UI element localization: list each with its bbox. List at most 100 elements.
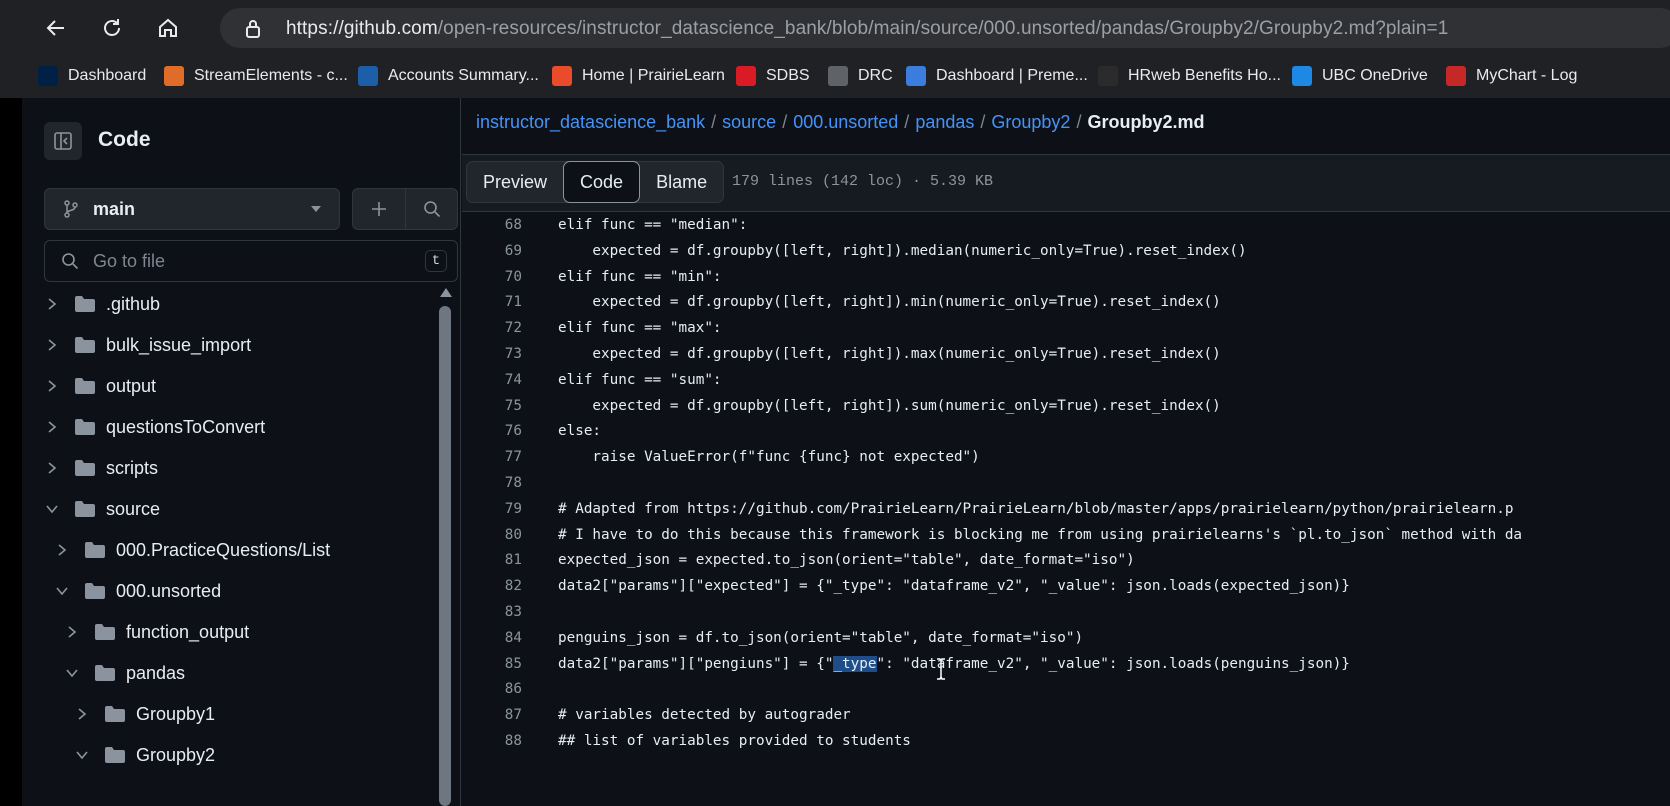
tab-code[interactable]: Code xyxy=(563,161,641,203)
line-number[interactable]: 81 xyxy=(462,547,522,573)
chevron-right-icon[interactable] xyxy=(74,706,90,722)
chevron-right-icon[interactable] xyxy=(64,624,80,640)
tree-item[interactable]: 000.PracticeQuestions/List xyxy=(54,535,330,565)
code-line: 73 expected = df.groupby([left, right]).… xyxy=(462,341,1670,367)
line-number[interactable]: 86 xyxy=(462,676,522,702)
line-number[interactable]: 80 xyxy=(462,522,522,548)
breadcrumb-repo[interactable]: instructor_datascience_bank xyxy=(476,112,705,132)
search-code-button[interactable] xyxy=(406,189,458,229)
scroll-thumb[interactable] xyxy=(439,306,451,806)
line-number[interactable]: 79 xyxy=(462,496,522,522)
line-number[interactable]: 76 xyxy=(462,418,522,444)
breadcrumb-pandas[interactable]: pandas xyxy=(915,112,974,132)
tree-item[interactable]: output xyxy=(44,371,156,401)
line-number[interactable]: 71 xyxy=(462,289,522,315)
tree-item[interactable]: 000.unsorted xyxy=(54,576,221,606)
line-number[interactable]: 69 xyxy=(462,238,522,264)
tree-item-label: Groupby2 xyxy=(136,744,216,765)
tab-blame[interactable]: Blame xyxy=(640,162,723,202)
line-content: expected = df.groupby([left, right]).max… xyxy=(558,346,1221,362)
bookmark-item[interactable]: UBC OneDrive xyxy=(1292,64,1428,88)
line-number[interactable]: 77 xyxy=(462,444,522,470)
line-number[interactable]: 78 xyxy=(462,470,522,496)
bookmark-favicon-icon xyxy=(164,66,184,86)
line-content: # I have to do this because this framewo… xyxy=(558,526,1523,543)
line-content: else: xyxy=(558,423,602,440)
bookmark-item[interactable]: MyChart - Log xyxy=(1446,64,1577,88)
tree-item[interactable]: .github xyxy=(44,289,160,319)
folder-icon xyxy=(105,706,125,722)
bookmark-item[interactable]: Home | PrairieLearn xyxy=(552,64,725,88)
tree-item[interactable]: source xyxy=(44,494,160,524)
breadcrumb-source[interactable]: source xyxy=(722,112,776,132)
scroll-up-arrow-icon[interactable] xyxy=(440,288,452,297)
reload-button[interactable] xyxy=(94,10,130,46)
collapse-sidebar-button[interactable] xyxy=(44,122,82,160)
chevron-right-icon[interactable] xyxy=(44,460,60,476)
tree-actions xyxy=(352,188,458,230)
bookmark-item[interactable]: SDBS xyxy=(736,64,810,88)
tree-item[interactable]: function_output xyxy=(64,617,249,647)
line-number[interactable]: 85 xyxy=(462,651,522,677)
tree-item[interactable]: scripts xyxy=(44,453,158,483)
bookmark-favicon-icon xyxy=(358,66,378,86)
code-line: 77 raise ValueError(f"func {func} not ex… xyxy=(462,444,1670,470)
chevron-right-icon[interactable] xyxy=(54,542,70,558)
add-file-button[interactable] xyxy=(353,189,405,229)
bookmark-label: UBC OneDrive xyxy=(1322,67,1428,84)
tree-item[interactable]: bulk_issue_import xyxy=(44,330,251,360)
file-stats: 179 lines (142 loc) · 5.39 KB xyxy=(732,173,994,190)
folder-icon xyxy=(95,665,115,681)
line-number[interactable]: 83 xyxy=(462,599,522,625)
bookmark-favicon-icon xyxy=(1098,66,1118,86)
tree-item[interactable]: pandas xyxy=(64,658,185,688)
bookmark-item[interactable]: Dashboard xyxy=(38,64,146,88)
site-info-icon[interactable] xyxy=(242,18,264,40)
bookmark-item[interactable]: StreamElements - c... xyxy=(164,64,348,88)
bookmark-item[interactable]: DRC xyxy=(828,64,893,88)
line-number[interactable]: 82 xyxy=(462,573,522,599)
tree-item[interactable]: questionsToConvert xyxy=(44,412,265,442)
bookmark-item[interactable]: HRweb Benefits Ho... xyxy=(1098,64,1281,88)
folder-icon xyxy=(75,460,95,476)
chevron-down-icon[interactable] xyxy=(54,583,70,599)
bookmark-item[interactable]: Dashboard | Preme... xyxy=(906,64,1088,88)
chevron-right-icon[interactable] xyxy=(44,296,60,312)
line-content: penguins_json = df.to_json(orient="table… xyxy=(558,629,1084,646)
line-number[interactable]: 70 xyxy=(462,264,522,290)
search-icon xyxy=(62,253,79,270)
tree-item[interactable]: Groupby2 xyxy=(74,740,215,770)
breadcrumb-groupby2[interactable]: Groupby2 xyxy=(991,112,1070,132)
tree-item[interactable]: Groupby1 xyxy=(74,699,215,729)
line-number[interactable]: 75 xyxy=(462,393,522,419)
branch-selector[interactable]: main xyxy=(44,188,340,230)
line-number[interactable]: 73 xyxy=(462,341,522,367)
line-number[interactable]: 74 xyxy=(462,367,522,393)
back-button[interactable] xyxy=(38,10,74,46)
folder-icon xyxy=(85,542,105,558)
address-bar[interactable]: https://github.com/open-resources/instru… xyxy=(220,8,1670,48)
tab-preview[interactable]: Preview xyxy=(467,162,563,202)
line-number[interactable]: 84 xyxy=(462,625,522,651)
line-number[interactable]: 88 xyxy=(462,728,522,754)
url-text: https://github.com/open-resources/instru… xyxy=(286,18,1448,40)
chevron-down-icon[interactable] xyxy=(64,665,80,681)
breadcrumb-unsorted[interactable]: 000.unsorted xyxy=(793,112,898,132)
chevron-right-icon[interactable] xyxy=(44,337,60,353)
line-number[interactable]: 68 xyxy=(462,212,522,238)
chevron-down-icon[interactable] xyxy=(74,747,90,763)
line-number[interactable]: 72 xyxy=(462,315,522,341)
chevron-right-icon[interactable] xyxy=(44,419,60,435)
code-line: 84 penguins_json = df.to_json(orient="tab… xyxy=(462,625,1670,651)
chevron-down-icon[interactable] xyxy=(44,501,60,517)
code-view[interactable]: 68 elif func == "median": 69 expected = df… xyxy=(462,212,1670,806)
line-number[interactable]: 87 xyxy=(462,702,522,728)
bookmark-item[interactable]: Accounts Summary... xyxy=(358,64,539,88)
window-edge xyxy=(0,98,22,806)
chevron-right-icon[interactable] xyxy=(44,378,60,394)
code-line: 87 # variables detected by autograder xyxy=(462,702,1670,728)
home-button[interactable] xyxy=(150,10,186,46)
go-to-file-input[interactable]: Go to file t xyxy=(44,240,458,282)
sidebar-scrollbar[interactable] xyxy=(434,288,456,806)
bookmark-label: StreamElements - c... xyxy=(194,67,348,84)
